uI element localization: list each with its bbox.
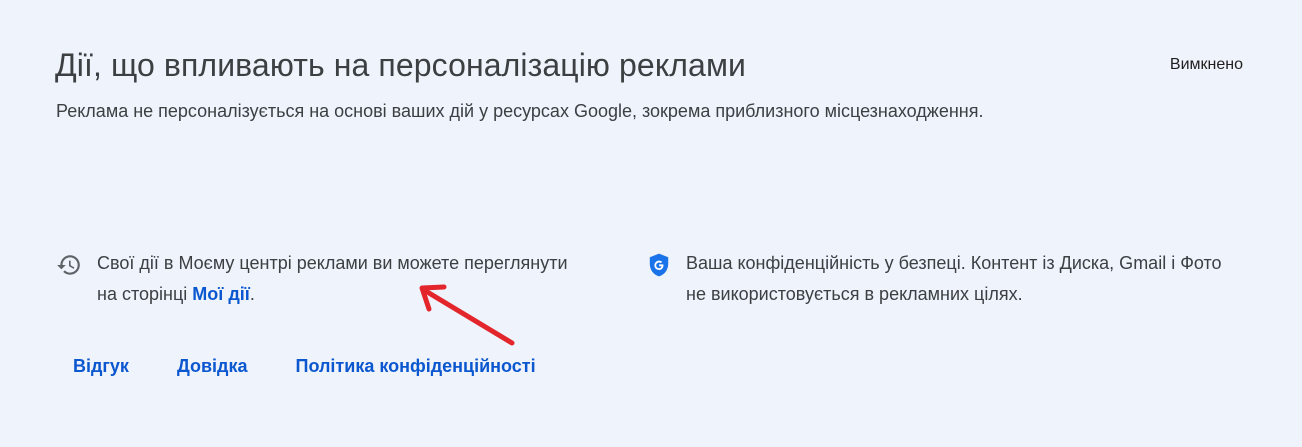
footer-links: Відгук Довідка Політика конфіденційності xyxy=(73,356,536,377)
privacy-info: Ваша конфіденційність у безпеці. Контент… xyxy=(646,250,1246,310)
help-link[interactable]: Довідка xyxy=(177,356,248,377)
privacy-info-text: Ваша конфіденційність у безпеці. Контент… xyxy=(686,253,1222,304)
activity-info-text-before: Свої дії в Моєму центрі реклами ви может… xyxy=(97,253,568,304)
privacy-policy-link[interactable]: Політика конфіденційності xyxy=(296,356,536,377)
page-title: Дії, що впливають на персоналізацію рекл… xyxy=(55,47,747,83)
activity-info-text-after: . xyxy=(249,284,255,304)
status-label: Вимкнено xyxy=(1169,56,1243,73)
ad-activity-page: { "header": { "title": "Дії, що впливают… xyxy=(0,0,1302,447)
feedback-link[interactable]: Відгук xyxy=(73,356,129,377)
google-shield-icon xyxy=(649,253,669,277)
activity-info-text: Свої дії в Моєму центрі реклами ви может… xyxy=(97,248,576,310)
description-text: Реклама не персоналізується на основі ва… xyxy=(56,101,984,121)
activity-info: Свої дії в Моєму центрі реклами ви может… xyxy=(56,250,576,310)
my-activity-link[interactable]: Мої дії xyxy=(192,284,250,304)
history-icon xyxy=(57,255,80,275)
